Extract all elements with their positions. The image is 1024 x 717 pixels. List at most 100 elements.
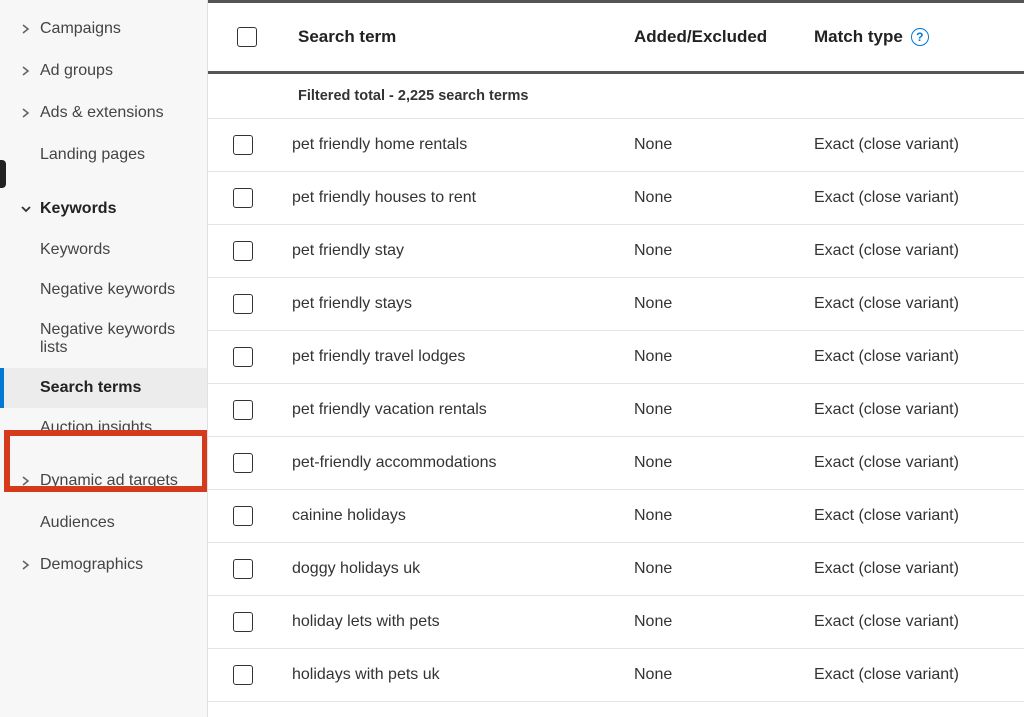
nav-ad-groups[interactable]: Ad groups bbox=[0, 50, 207, 92]
header-label: Match type bbox=[814, 27, 903, 47]
row-checkbox[interactable] bbox=[233, 400, 253, 420]
table-row: cainine holidaysNoneExact (close variant… bbox=[208, 490, 1024, 543]
collapse-handle[interactable] bbox=[0, 160, 6, 188]
table-row: pet friendly travel lodgesNoneExact (clo… bbox=[208, 331, 1024, 384]
cell-added-excluded: None bbox=[614, 281, 794, 327]
cell-added-excluded: None bbox=[614, 599, 794, 645]
cell-search-term: pet friendly stay bbox=[278, 228, 614, 274]
subnav-negative-keywords[interactable]: Negative keywords bbox=[0, 270, 207, 310]
subnav-label: Negative keywords bbox=[40, 281, 175, 298]
row-checkbox[interactable] bbox=[233, 559, 253, 579]
cell-match-type: Exact (close variant) bbox=[794, 175, 1024, 221]
row-checkbox[interactable] bbox=[233, 506, 253, 526]
col-header-match-type[interactable]: Match type ? bbox=[794, 3, 1024, 71]
nav-label: Ads & extensions bbox=[40, 104, 164, 122]
cell-search-term: pet-friendly accommodations bbox=[278, 440, 614, 486]
summary-text: Filtered total - 2,225 search terms bbox=[278, 74, 614, 118]
cell-match-type: Exact (close variant) bbox=[794, 440, 1024, 486]
row-checkbox[interactable] bbox=[233, 241, 253, 261]
nav-label: Keywords bbox=[40, 200, 116, 218]
row-checkbox[interactable] bbox=[233, 188, 253, 208]
cell-search-term: pet friendly travel lodges bbox=[278, 334, 614, 380]
sidebar: Campaigns Ad groups Ads & extensions Lan… bbox=[0, 0, 208, 717]
cell-search-term: holidays with pets uk bbox=[278, 652, 614, 698]
cell-added-excluded: None bbox=[614, 175, 794, 221]
table-row: pet-friendly accommodationsNoneExact (cl… bbox=[208, 437, 1024, 490]
nav-campaigns[interactable]: Campaigns bbox=[0, 8, 207, 50]
table-row: pet friendly stayNoneExact (close varian… bbox=[208, 225, 1024, 278]
table-row: pet friendly vacation rentalsNoneExact (… bbox=[208, 384, 1024, 437]
cell-match-type: Exact (close variant) bbox=[794, 546, 1024, 592]
row-checkbox[interactable] bbox=[233, 453, 253, 473]
subnav-label: Keywords bbox=[40, 241, 110, 258]
table-row: holiday lets with petsNoneExact (close v… bbox=[208, 596, 1024, 649]
cell-added-excluded: None bbox=[614, 652, 794, 698]
cell-match-type: Exact (close variant) bbox=[794, 281, 1024, 327]
subnav-label: Search terms bbox=[40, 379, 141, 396]
table-body: Filtered total - 2,225 search terms pet … bbox=[208, 74, 1024, 717]
cell-match-type: Exact (close variant) bbox=[794, 228, 1024, 274]
cell-match-type: Exact (close variant) bbox=[794, 652, 1024, 698]
nav-ads-extensions[interactable]: Ads & extensions bbox=[0, 92, 207, 134]
nav-label: Demographics bbox=[40, 556, 143, 574]
nav-landing-pages[interactable]: Landing pages bbox=[0, 134, 207, 176]
col-header-added-excluded[interactable]: Added/Excluded bbox=[614, 3, 794, 71]
nav-label: Campaigns bbox=[40, 20, 121, 38]
cell-match-type: Exact (close variant) bbox=[794, 334, 1024, 380]
header-label: Search term bbox=[298, 27, 396, 47]
chevron-right-icon bbox=[18, 21, 34, 37]
row-checkbox[interactable] bbox=[233, 612, 253, 632]
nav-audiences[interactable]: Audiences bbox=[0, 502, 207, 544]
chevron-right-icon bbox=[18, 473, 34, 489]
nav-label: Ad groups bbox=[40, 62, 113, 80]
row-checkbox[interactable] bbox=[233, 347, 253, 367]
summary-row: Filtered total - 2,225 search terms bbox=[208, 74, 1024, 119]
cell-added-excluded: None bbox=[614, 334, 794, 380]
header-label: Added/Excluded bbox=[634, 27, 767, 47]
table-row: pet friendly staysNoneExact (close varia… bbox=[208, 278, 1024, 331]
nav-label: Landing pages bbox=[40, 146, 145, 164]
nav-keywords[interactable]: Keywords bbox=[0, 188, 207, 230]
subnav-negative-keywords-lists[interactable]: Negative keywords lists bbox=[0, 310, 207, 368]
table-row: pet friendly houses to rentNoneExact (cl… bbox=[208, 172, 1024, 225]
chevron-right-icon bbox=[18, 63, 34, 79]
cell-added-excluded: None bbox=[614, 122, 794, 168]
table-row: doggy holidays ukNoneExact (close varian… bbox=[208, 543, 1024, 596]
subnav-label: Negative keywords lists bbox=[40, 321, 175, 356]
cell-match-type: Exact (close variant) bbox=[794, 493, 1024, 539]
cell-added-excluded: None bbox=[614, 387, 794, 433]
nav-dynamic-ad-targets[interactable]: Dynamic ad targets bbox=[0, 460, 207, 502]
col-header-search-term[interactable]: Search term bbox=[278, 3, 614, 71]
cell-search-term: pet friendly stays bbox=[278, 281, 614, 327]
main-content: Search term Added/Excluded Match type ? … bbox=[208, 0, 1024, 717]
subnav-label: Auction insights bbox=[40, 419, 152, 436]
cell-search-term: holiday lets with pets bbox=[278, 599, 614, 645]
cell-added-excluded: None bbox=[614, 228, 794, 274]
cell-added-excluded: None bbox=[614, 546, 794, 592]
chevron-right-icon bbox=[18, 557, 34, 573]
cell-search-term: cainine holidays bbox=[278, 493, 614, 539]
table-row: pet friendly home rentalsNoneExact (clos… bbox=[208, 119, 1024, 172]
chevron-right-icon bbox=[18, 105, 34, 121]
select-all-checkbox[interactable] bbox=[237, 27, 257, 47]
row-checkbox[interactable] bbox=[233, 294, 253, 314]
cell-search-term: pet friendly houses to rent bbox=[278, 175, 614, 221]
row-checkbox[interactable] bbox=[233, 135, 253, 155]
cell-match-type: Exact (close variant) bbox=[794, 387, 1024, 433]
nav-label: Audiences bbox=[40, 514, 115, 532]
cell-added-excluded: None bbox=[614, 493, 794, 539]
table-row: holidays with pets ukNoneExact (close va… bbox=[208, 649, 1024, 702]
cell-added-excluded: None bbox=[614, 440, 794, 486]
row-checkbox[interactable] bbox=[233, 665, 253, 685]
cell-match-type: Exact (close variant) bbox=[794, 599, 1024, 645]
cell-match-type: Exact (close variant) bbox=[794, 122, 1024, 168]
cell-search-term: pet friendly vacation rentals bbox=[278, 387, 614, 433]
help-icon[interactable]: ? bbox=[911, 28, 929, 46]
subnav-search-terms[interactable]: Search terms bbox=[0, 368, 207, 408]
chevron-down-icon bbox=[18, 201, 34, 217]
subnav-keywords[interactable]: Keywords bbox=[0, 230, 207, 270]
nav-demographics[interactable]: Demographics bbox=[0, 544, 207, 586]
table-header-row: Search term Added/Excluded Match type ? bbox=[208, 0, 1024, 74]
nav-label: Dynamic ad targets bbox=[40, 472, 178, 490]
subnav-auction-insights[interactable]: Auction insights bbox=[0, 408, 207, 448]
